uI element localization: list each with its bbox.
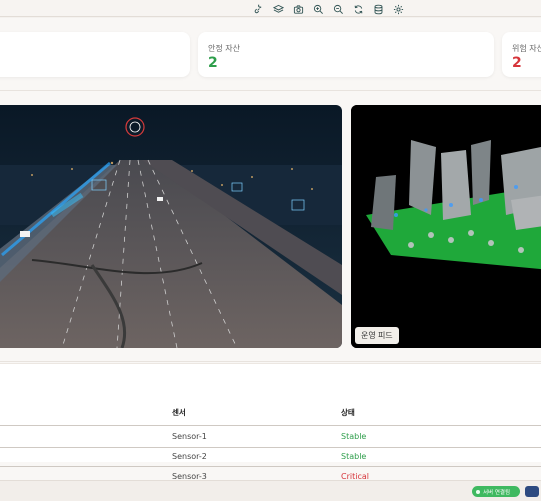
status-column-header: 상태 bbox=[341, 408, 355, 417]
camera-icon[interactable] bbox=[292, 3, 304, 15]
connection-dot-icon bbox=[476, 489, 480, 494]
avatar[interactable] bbox=[525, 486, 539, 497]
table-row-sensor: Sensor-2 bbox=[172, 452, 207, 461]
highway-video-feed[interactable] bbox=[0, 105, 342, 348]
server-connection-label: 서버 연결됨 bbox=[483, 489, 511, 496]
section-divider bbox=[0, 90, 541, 91]
layers-icon[interactable] bbox=[272, 3, 284, 15]
risk-assets-value: 2 bbox=[512, 55, 522, 71]
sensor-table: 센서 상태 Sensor-1 Stable Sensor-2 Stable Se… bbox=[0, 363, 541, 481]
server-connection-status: 서버 연결됨 bbox=[472, 486, 520, 497]
settings-icon[interactable] bbox=[392, 3, 404, 15]
operations-3d-feed[interactable]: 운영 피드 bbox=[351, 105, 541, 348]
refresh-icon[interactable] bbox=[352, 3, 364, 15]
zoom-out-icon[interactable] bbox=[332, 3, 344, 15]
stable-assets-value: 2 bbox=[208, 55, 218, 71]
section-divider bbox=[0, 361, 541, 362]
link-icon[interactable] bbox=[252, 3, 264, 15]
sensor-column-header: 센서 bbox=[172, 408, 186, 417]
highway-scene-image bbox=[0, 105, 342, 348]
table-row-status: Stable bbox=[341, 432, 367, 441]
point-cloud-image bbox=[351, 105, 541, 348]
table-row-status: Stable bbox=[341, 452, 367, 461]
database-icon[interactable] bbox=[372, 3, 384, 15]
table-row-divider bbox=[0, 466, 541, 467]
summary-card-total bbox=[0, 32, 190, 77]
table-row-divider bbox=[0, 447, 541, 448]
zoom-in-icon[interactable] bbox=[312, 3, 324, 15]
summary-card-stable: 안정 자산 2 bbox=[198, 32, 494, 77]
summary-card-risk: 위험 자산 2 bbox=[502, 32, 541, 77]
bottom-status-bar: 서버 연결됨 bbox=[0, 480, 541, 501]
risk-assets-label: 위험 자산 bbox=[512, 44, 541, 53]
operations-feed-button[interactable]: 운영 피드 bbox=[355, 327, 399, 344]
stable-assets-label: 안정 자산 bbox=[208, 44, 240, 53]
table-row-sensor: Sensor-1 bbox=[172, 432, 207, 441]
table-header-divider bbox=[0, 425, 541, 426]
top-toolbar bbox=[0, 0, 541, 17]
